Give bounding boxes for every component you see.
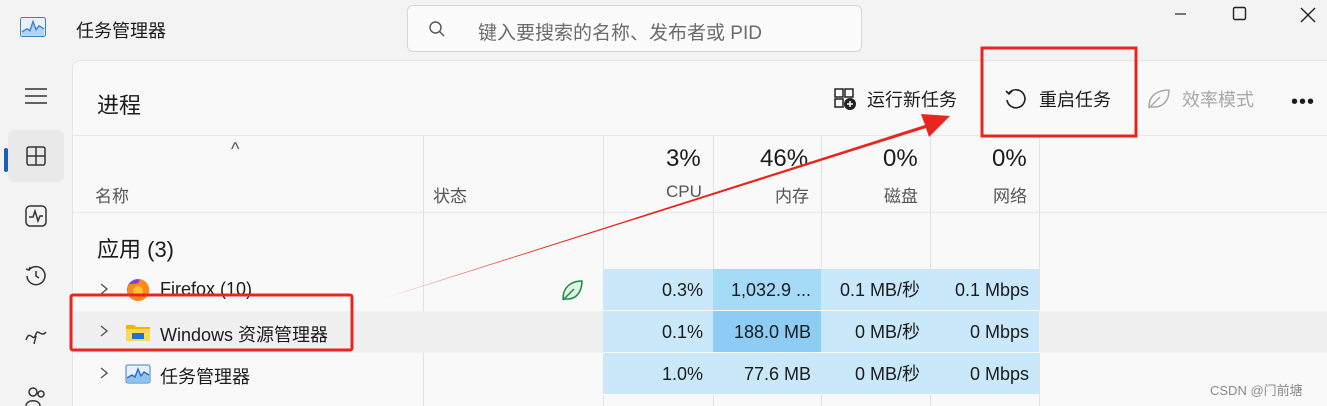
efficiency-leaf-icon bbox=[562, 280, 583, 301]
search-box[interactable]: 键入要搜索的名称、发布者或 PID bbox=[407, 5, 862, 52]
memory-cell: 77.6 MB bbox=[713, 353, 821, 395]
column-header-status[interactable]: 状态 bbox=[433, 182, 467, 207]
processes-icon bbox=[26, 146, 46, 166]
network-cell: 0 Mbps bbox=[930, 311, 1039, 353]
column-header-disk[interactable]: 磁盘 bbox=[884, 182, 918, 207]
memory-cell: 188.0 MB bbox=[713, 311, 821, 353]
minimize-icon bbox=[1175, 13, 1186, 15]
memory-total-percent[interactable]: 46% bbox=[760, 145, 808, 173]
task-manager-app-icon bbox=[20, 17, 46, 37]
page-title: 进程 bbox=[97, 93, 142, 118]
nav-processes[interactable] bbox=[8, 130, 64, 182]
column-header-cpu[interactable]: CPU bbox=[666, 182, 702, 202]
run-new-task-button[interactable]: 运行新任务 bbox=[833, 86, 957, 112]
close-button[interactable] bbox=[1270, 0, 1327, 32]
leaf-icon bbox=[1148, 89, 1170, 109]
search-input[interactable]: 键入要搜索的名称、发布者或 PID bbox=[478, 18, 762, 45]
cpu-total-percent[interactable]: 3% bbox=[666, 145, 701, 173]
table-row[interactable]: Windows 资源管理器 0.1% 188.0 MB 0 MB/秒 0 Mbp… bbox=[73, 311, 1327, 353]
nav-performance[interactable] bbox=[8, 190, 64, 242]
cpu-cell: 0.3% bbox=[603, 269, 713, 311]
table-row[interactable]: 任务管理器 1.0% 77.6 MB 0 MB/秒 0 Mbps bbox=[73, 353, 1327, 395]
watermark: CSDN @门前塘 bbox=[1210, 383, 1303, 398]
history-icon bbox=[25, 265, 46, 286]
disk-cell: 0 MB/秒 bbox=[821, 353, 930, 395]
disk-cell: 0 MB/秒 bbox=[821, 311, 930, 353]
minimize-button[interactable] bbox=[1150, 0, 1210, 32]
network-total-percent[interactable]: 0% bbox=[992, 145, 1027, 173]
chevron-right-icon[interactable] bbox=[99, 282, 109, 296]
table-row[interactable]: Firefox (10) 0.3% 1,032.9 ... 0.1 MB/秒 0… bbox=[73, 269, 1327, 311]
startup-icon bbox=[25, 331, 47, 345]
process-name: 任务管理器 bbox=[160, 367, 250, 387]
group-title-apps: 应用 (3) bbox=[97, 237, 175, 262]
column-header-name[interactable]: 名称 bbox=[95, 182, 129, 207]
run-new-task-icon bbox=[834, 88, 856, 110]
title-bar: 任务管理器 键入要搜索的名称、发布者或 PID bbox=[0, 0, 1327, 60]
nav-app-history[interactable] bbox=[8, 250, 64, 302]
task-manager-icon bbox=[125, 364, 151, 384]
column-header-memory[interactable]: 内存 bbox=[775, 182, 809, 207]
chevron-right-icon[interactable] bbox=[99, 324, 109, 338]
close-icon bbox=[1300, 7, 1316, 23]
restart-task-button[interactable]: 重启任务 bbox=[1003, 86, 1111, 112]
column-header-divider bbox=[73, 212, 1327, 213]
network-cell: 0 Mbps bbox=[930, 353, 1039, 395]
navigation-rail bbox=[0, 60, 72, 406]
chevron-right-icon[interactable] bbox=[99, 366, 109, 380]
column-header-network[interactable]: 网络 bbox=[993, 182, 1027, 207]
maximize-icon bbox=[1232, 6, 1247, 21]
cpu-cell: 1.0% bbox=[603, 353, 713, 395]
nav-users[interactable] bbox=[8, 370, 64, 406]
process-name: Windows 资源管理器 bbox=[160, 325, 329, 345]
run-new-task-label: 运行新任务 bbox=[867, 90, 957, 110]
disk-total-percent[interactable]: 0% bbox=[883, 145, 918, 173]
search-icon bbox=[429, 21, 445, 37]
memory-cell: 1,032.9 ... bbox=[713, 269, 821, 311]
disk-cell: 0.1 MB/秒 bbox=[821, 269, 930, 311]
network-cell: 0.1 Mbps bbox=[930, 269, 1039, 311]
restart-task-label: 重启任务 bbox=[1039, 90, 1111, 110]
efficiency-mode-label: 效率模式 bbox=[1182, 90, 1254, 110]
efficiency-mode-button[interactable]: 效率模式 bbox=[1146, 86, 1254, 112]
performance-icon bbox=[25, 205, 47, 227]
nav-startup-apps[interactable] bbox=[8, 310, 64, 362]
sort-ascending-icon[interactable]: ^ bbox=[231, 139, 239, 160]
restart-icon bbox=[1005, 88, 1026, 109]
more-options-button[interactable]: ••• bbox=[1291, 91, 1315, 114]
folder-icon bbox=[126, 325, 150, 341]
hamburger-menu-button[interactable] bbox=[8, 70, 64, 122]
window-title: 任务管理器 bbox=[76, 21, 166, 41]
process-name: Firefox (10) bbox=[160, 279, 253, 299]
users-icon bbox=[25, 387, 45, 406]
maximize-button[interactable] bbox=[1210, 0, 1270, 32]
hamburger-icon bbox=[25, 88, 47, 104]
firefox-icon bbox=[127, 278, 150, 301]
header-divider bbox=[73, 135, 1327, 136]
processes-panel: 进程 运行新任务 重启任务 效率模式 ••• ^ 名称 状态 3% CPU 46… bbox=[72, 60, 1327, 406]
cpu-cell: 0.1% bbox=[603, 311, 713, 353]
